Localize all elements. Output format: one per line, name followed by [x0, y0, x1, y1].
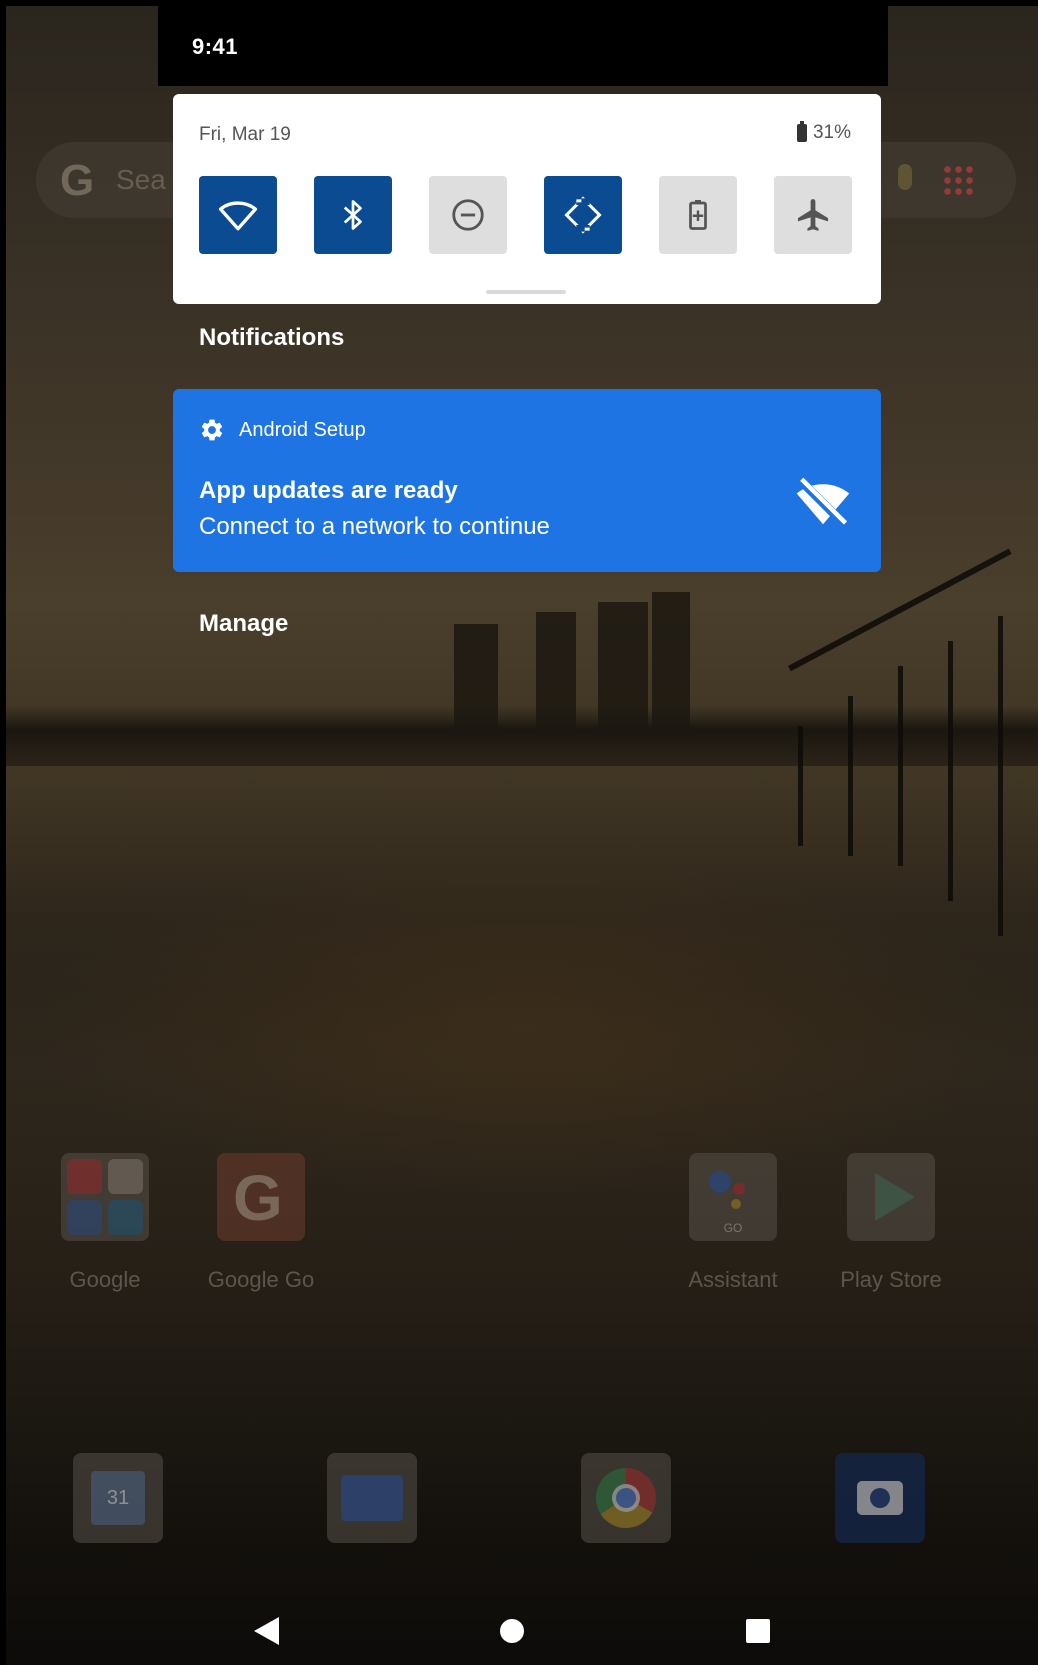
status-bar: 9:41 [158, 6, 888, 86]
qs-tile-airplane-mode[interactable] [774, 176, 852, 254]
google-logo-icon: G [60, 156, 95, 205]
home-app-google-go: G Google Go [208, 1153, 314, 1293]
quick-settings-panel[interactable]: Fri, Mar 19 31% [173, 94, 881, 304]
notification-app-row: Android Setup [199, 417, 366, 443]
wallpaper-tower [536, 612, 576, 734]
home-search-placeholder: Sea [116, 164, 166, 195]
do-not-disturb-icon [452, 199, 484, 231]
assistant-go-badge: GO [723, 1221, 743, 1235]
qs-battery: 31% [796, 121, 851, 144]
airplane-icon [797, 199, 829, 231]
home-button[interactable] [489, 1608, 535, 1654]
bluetooth-icon [343, 200, 362, 230]
notification-title: App updates are ready [199, 477, 458, 504]
wifi-icon [218, 201, 258, 231]
qs-tile-wifi[interactable] [199, 176, 277, 254]
battery-icon [796, 121, 807, 142]
qs-date: Fri, Mar 19 [199, 124, 291, 145]
status-clock: 9:41 [192, 34, 239, 59]
recents-button[interactable] [735, 1608, 781, 1654]
app-grid-icon [942, 164, 976, 198]
navigation-bar [6, 1596, 1038, 1665]
qs-tile-auto-rotate[interactable] [544, 176, 622, 254]
notification-app-name: Android Setup [239, 418, 366, 441]
play-store-icon [847, 1153, 935, 1241]
wallpaper-tower [652, 592, 690, 734]
qs-tile-bluetooth[interactable] [314, 176, 392, 254]
google-folder-icon [61, 1153, 149, 1241]
notifications-header: Notifications [199, 324, 345, 351]
home-app-assistant: GO Assistant [688, 1153, 778, 1293]
battery-saver-icon [689, 200, 707, 230]
google-go-icon: G [217, 1153, 305, 1241]
notification-android-setup[interactable]: Android Setup App updates are ready Conn… [173, 389, 881, 572]
app-label: Play Store [840, 1267, 942, 1292]
notification-text: Connect to a network to continue [199, 513, 550, 540]
assistant-icon: GO [689, 1153, 777, 1241]
home-icon [500, 1619, 524, 1643]
recents-icon [746, 1619, 770, 1643]
home-app-google-folder: Google [60, 1153, 150, 1293]
back-button[interactable] [244, 1608, 290, 1654]
gear-icon [201, 419, 223, 441]
manage-notifications-button[interactable]: Manage [199, 610, 288, 638]
mic-icon [898, 164, 912, 190]
auto-rotate-icon [564, 196, 602, 234]
app-label: Google [69, 1267, 141, 1292]
battery-percent: 31% [812, 122, 851, 143]
files-icon [327, 1453, 417, 1543]
screen: G Sea Google G Google Go GO Assistant Pl… [6, 6, 1038, 1665]
chrome-icon [581, 1453, 671, 1543]
app-label: Google Go [207, 1267, 315, 1292]
wifi-off-icon [796, 477, 850, 528]
camera-icon [835, 1453, 925, 1543]
wallpaper-tower [598, 602, 648, 734]
calendar-date: 31 [91, 1471, 145, 1525]
qs-drag-handle[interactable] [486, 290, 566, 294]
back-icon [254, 1617, 279, 1645]
wallpaper-pier [788, 546, 1038, 1066]
app-label: Assistant [688, 1267, 778, 1292]
qs-tiles [199, 176, 853, 254]
qs-tile-do-not-disturb[interactable] [429, 176, 507, 254]
home-app-play-store: Play Store [840, 1153, 942, 1293]
qs-tile-battery-saver[interactable] [659, 176, 737, 254]
calendar-icon: 31 [73, 1453, 163, 1543]
wallpaper-tower [454, 624, 498, 734]
